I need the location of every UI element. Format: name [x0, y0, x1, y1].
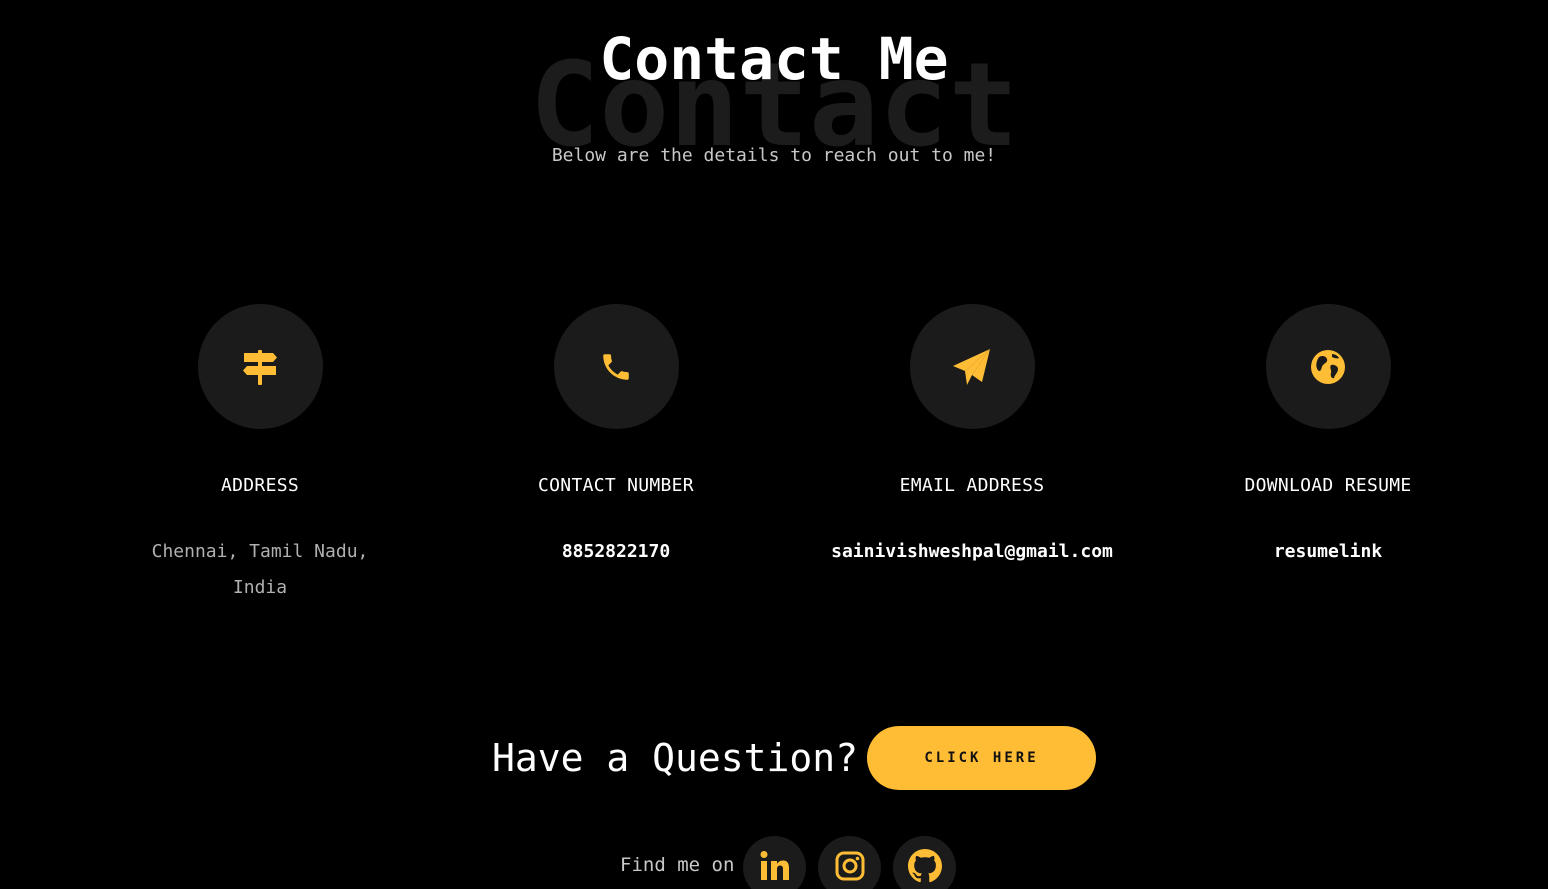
contact-number-title: CONTACT NUMBER: [538, 475, 694, 496]
contact-cards: ADDRESS Chennai, Tamil Nadu, India CONTA…: [0, 304, 1548, 624]
address-value: Chennai, Tamil Nadu, India: [151, 541, 369, 598]
contact-number-link[interactable]: 8852822170: [438, 534, 794, 570]
social-links: Find me on: [0, 836, 1548, 889]
address-card: ADDRESS Chennai, Tamil Nadu, India: [82, 304, 438, 606]
instagram-icon: [834, 850, 866, 886]
linkedin-icon: [758, 849, 792, 887]
resume-card: DOWNLOAD RESUME resumelink: [1150, 304, 1506, 570]
contact-number-icon-circle[interactable]: [553, 304, 679, 429]
resume-title: DOWNLOAD RESUME: [1244, 475, 1412, 496]
github-button[interactable]: [893, 836, 956, 889]
linkedin-button[interactable]: [743, 836, 806, 889]
phone-icon: [599, 350, 633, 384]
page-title: Contact Me: [599, 25, 949, 93]
address-icon-circle: [197, 304, 323, 429]
address-title: ADDRESS: [221, 475, 299, 496]
github-icon: [907, 848, 942, 887]
question-heading: Have a Question?: [492, 736, 859, 780]
email-card: EMAIL ADDRESS sainivishweshpal@gmail.com: [794, 304, 1150, 570]
instagram-button[interactable]: [818, 836, 881, 889]
email-icon-circle[interactable]: [909, 304, 1035, 429]
contact-page: Contact Contact Me Below are the details…: [0, 0, 1548, 889]
signpost-icon: [240, 347, 280, 387]
click-here-button[interactable]: CLICK HERE: [867, 726, 1096, 790]
resume-link[interactable]: resumelink: [1150, 534, 1506, 570]
paper-plane-icon: [951, 346, 993, 388]
contact-number-card: CONTACT NUMBER 8852822170: [438, 304, 794, 570]
find-me-label: Find me on: [620, 854, 735, 876]
page-subtitle: Below are the details to reach out to me…: [551, 145, 997, 166]
resume-icon-circle[interactable]: [1265, 304, 1391, 429]
globe-icon: [1310, 349, 1346, 385]
email-title: EMAIL ADDRESS: [899, 475, 1045, 496]
question-section: Have a Question? CLICK HERE: [0, 726, 1548, 790]
email-link[interactable]: sainivishweshpal@gmail.com: [794, 534, 1150, 570]
